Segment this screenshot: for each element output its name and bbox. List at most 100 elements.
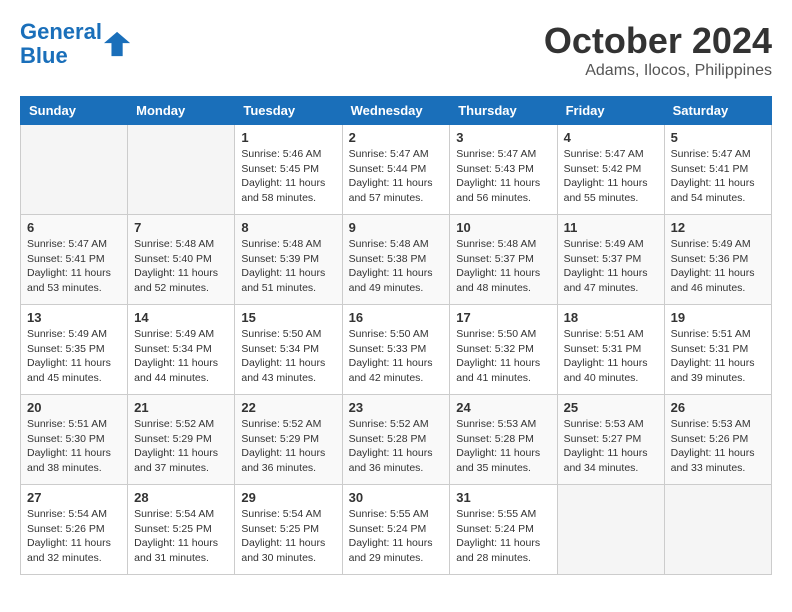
calendar-cell: 2 Sunrise: 5:47 AM Sunset: 5:44 PM Daylig… bbox=[342, 125, 450, 215]
day-number: 18 bbox=[564, 310, 658, 325]
calendar-cell: 25Sunrise: 5:53 AM Sunset: 5:27 PM Dayli… bbox=[557, 395, 664, 485]
day-number: 11 bbox=[564, 220, 658, 235]
weekday-header: Saturday bbox=[664, 97, 771, 125]
day-number: 26 bbox=[671, 400, 765, 415]
month-title: October 2024 bbox=[544, 20, 772, 62]
calendar-cell: 15 Sunrise: 5:50 AM Sunset: 5:34 PM Dayli… bbox=[235, 305, 342, 395]
day-info: Sunrise: 5:55 AM Sunset: 5:24 PM Dayligh… bbox=[349, 507, 444, 566]
day-info: Sunrise: 5:53 AM Sunset: 5:28 PM Dayligh… bbox=[456, 417, 550, 476]
day-number: 6 bbox=[27, 220, 121, 235]
calendar-cell: 12Sunrise: 5:49 AM Sunset: 5:36 PM Dayli… bbox=[664, 215, 771, 305]
day-info: Sunrise: 5:52 AM Sunset: 5:29 PM Dayligh… bbox=[241, 417, 335, 476]
day-number: 24 bbox=[456, 400, 550, 415]
calendar-cell: 8 Sunrise: 5:48 AM Sunset: 5:39 PM Daylig… bbox=[235, 215, 342, 305]
calendar-cell: 24 Sunrise: 5:53 AM Sunset: 5:28 PM Dayli… bbox=[450, 395, 557, 485]
day-info: Sunrise: 5:50 AM Sunset: 5:34 PM Dayligh… bbox=[241, 327, 335, 386]
day-number: 2 bbox=[349, 130, 444, 145]
day-number: 4 bbox=[564, 130, 658, 145]
day-info: Sunrise: 5:48 AM Sunset: 5:39 PM Dayligh… bbox=[241, 237, 335, 296]
calendar-cell: 18 Sunrise: 5:51 AM Sunset: 5:31 PM Dayli… bbox=[557, 305, 664, 395]
calendar-cell: 3 Sunrise: 5:47 AM Sunset: 5:43 PM Daylig… bbox=[450, 125, 557, 215]
calendar-cell bbox=[128, 125, 235, 215]
day-info: Sunrise: 5:47 AM Sunset: 5:41 PM Dayligh… bbox=[27, 237, 121, 296]
day-info: Sunrise: 5:48 AM Sunset: 5:37 PM Dayligh… bbox=[456, 237, 550, 296]
day-number: 3 bbox=[456, 130, 550, 145]
calendar-cell: 11 Sunrise: 5:49 AM Sunset: 5:37 PM Dayli… bbox=[557, 215, 664, 305]
location-subtitle: Adams, Ilocos, Philippines bbox=[544, 62, 772, 80]
calendar-cell: 13 Sunrise: 5:49 AM Sunset: 5:35 PM Dayli… bbox=[21, 305, 128, 395]
calendar-cell: 17 Sunrise: 5:50 AM Sunset: 5:32 PM Dayli… bbox=[450, 305, 557, 395]
calendar-cell: 16Sunrise: 5:50 AM Sunset: 5:33 PM Dayli… bbox=[342, 305, 450, 395]
calendar-cell: 27 Sunrise: 5:54 AM Sunset: 5:26 PM Dayli… bbox=[21, 485, 128, 575]
day-info: Sunrise: 5:52 AM Sunset: 5:28 PM Dayligh… bbox=[349, 417, 444, 476]
day-info: Sunrise: 5:47 AM Sunset: 5:43 PM Dayligh… bbox=[456, 147, 550, 206]
day-info: Sunrise: 5:51 AM Sunset: 5:31 PM Dayligh… bbox=[564, 327, 658, 386]
calendar-week-row: 13 Sunrise: 5:49 AM Sunset: 5:35 PM Dayli… bbox=[21, 305, 772, 395]
day-info: Sunrise: 5:53 AM Sunset: 5:26 PM Dayligh… bbox=[671, 417, 765, 476]
calendar-cell bbox=[21, 125, 128, 215]
day-info: Sunrise: 5:46 AM Sunset: 5:45 PM Dayligh… bbox=[241, 147, 335, 206]
day-info: Sunrise: 5:51 AM Sunset: 5:31 PM Dayligh… bbox=[671, 327, 765, 386]
calendar-cell: 4 Sunrise: 5:47 AM Sunset: 5:42 PM Daylig… bbox=[557, 125, 664, 215]
calendar-week-row: 20Sunrise: 5:51 AM Sunset: 5:30 PM Dayli… bbox=[21, 395, 772, 485]
day-info: Sunrise: 5:49 AM Sunset: 5:34 PM Dayligh… bbox=[134, 327, 228, 386]
day-info: Sunrise: 5:48 AM Sunset: 5:40 PM Dayligh… bbox=[134, 237, 228, 296]
day-number: 17 bbox=[456, 310, 550, 325]
calendar-cell: 21 Sunrise: 5:52 AM Sunset: 5:29 PM Dayli… bbox=[128, 395, 235, 485]
day-info: Sunrise: 5:48 AM Sunset: 5:38 PM Dayligh… bbox=[349, 237, 444, 296]
page-header: General Blue October 2024 Adams, Ilocos,… bbox=[20, 20, 772, 80]
calendar-cell: 20Sunrise: 5:51 AM Sunset: 5:30 PM Dayli… bbox=[21, 395, 128, 485]
day-number: 5 bbox=[671, 130, 765, 145]
day-number: 13 bbox=[27, 310, 121, 325]
day-number: 22 bbox=[241, 400, 335, 415]
weekday-header: Monday bbox=[128, 97, 235, 125]
day-info: Sunrise: 5:47 AM Sunset: 5:44 PM Dayligh… bbox=[349, 147, 444, 206]
day-info: Sunrise: 5:50 AM Sunset: 5:33 PM Dayligh… bbox=[349, 327, 444, 386]
day-info: Sunrise: 5:49 AM Sunset: 5:37 PM Dayligh… bbox=[564, 237, 658, 296]
calendar-cell: 6 Sunrise: 5:47 AM Sunset: 5:41 PM Daylig… bbox=[21, 215, 128, 305]
logo-icon bbox=[104, 30, 132, 58]
day-number: 23 bbox=[349, 400, 444, 415]
day-number: 7 bbox=[134, 220, 228, 235]
calendar-cell: 7 Sunrise: 5:48 AM Sunset: 5:40 PM Daylig… bbox=[128, 215, 235, 305]
day-number: 20 bbox=[27, 400, 121, 415]
day-info: Sunrise: 5:54 AM Sunset: 5:26 PM Dayligh… bbox=[27, 507, 121, 566]
day-number: 14 bbox=[134, 310, 228, 325]
day-number: 21 bbox=[134, 400, 228, 415]
logo: General Blue bbox=[20, 20, 132, 68]
calendar-cell: 10 Sunrise: 5:48 AM Sunset: 5:37 PM Dayli… bbox=[450, 215, 557, 305]
day-info: Sunrise: 5:55 AM Sunset: 5:24 PM Dayligh… bbox=[456, 507, 550, 566]
weekday-header: Wednesday bbox=[342, 97, 450, 125]
day-info: Sunrise: 5:52 AM Sunset: 5:29 PM Dayligh… bbox=[134, 417, 228, 476]
calendar-week-row: 1Sunrise: 5:46 AM Sunset: 5:45 PM Daylig… bbox=[21, 125, 772, 215]
day-info: Sunrise: 5:49 AM Sunset: 5:35 PM Dayligh… bbox=[27, 327, 121, 386]
logo-text: General Blue bbox=[20, 20, 102, 68]
calendar-cell: 31Sunrise: 5:55 AM Sunset: 5:24 PM Dayli… bbox=[450, 485, 557, 575]
day-number: 10 bbox=[456, 220, 550, 235]
day-number: 30 bbox=[349, 490, 444, 505]
day-info: Sunrise: 5:54 AM Sunset: 5:25 PM Dayligh… bbox=[241, 507, 335, 566]
calendar-cell bbox=[557, 485, 664, 575]
calendar-cell: 9Sunrise: 5:48 AM Sunset: 5:38 PM Daylig… bbox=[342, 215, 450, 305]
calendar-cell: 26 Sunrise: 5:53 AM Sunset: 5:26 PM Dayli… bbox=[664, 395, 771, 485]
day-info: Sunrise: 5:47 AM Sunset: 5:42 PM Dayligh… bbox=[564, 147, 658, 206]
day-info: Sunrise: 5:50 AM Sunset: 5:32 PM Dayligh… bbox=[456, 327, 550, 386]
day-info: Sunrise: 5:49 AM Sunset: 5:36 PM Dayligh… bbox=[671, 237, 765, 296]
calendar-table: SundayMondayTuesdayWednesdayThursdayFrid… bbox=[20, 96, 772, 575]
calendar-cell: 1Sunrise: 5:46 AM Sunset: 5:45 PM Daylig… bbox=[235, 125, 342, 215]
calendar-cell: 28 Sunrise: 5:54 AM Sunset: 5:25 PM Dayli… bbox=[128, 485, 235, 575]
calendar-cell: 19Sunrise: 5:51 AM Sunset: 5:31 PM Dayli… bbox=[664, 305, 771, 395]
calendar-cell bbox=[664, 485, 771, 575]
day-number: 27 bbox=[27, 490, 121, 505]
calendar-cell: 5Sunrise: 5:47 AM Sunset: 5:41 PM Daylig… bbox=[664, 125, 771, 215]
calendar-cell: 30 Sunrise: 5:55 AM Sunset: 5:24 PM Dayli… bbox=[342, 485, 450, 575]
calendar-week-row: 27 Sunrise: 5:54 AM Sunset: 5:26 PM Dayli… bbox=[21, 485, 772, 575]
weekday-header-row: SundayMondayTuesdayWednesdayThursdayFrid… bbox=[21, 97, 772, 125]
calendar-cell: 22 Sunrise: 5:52 AM Sunset: 5:29 PM Dayli… bbox=[235, 395, 342, 485]
day-number: 8 bbox=[241, 220, 335, 235]
day-info: Sunrise: 5:54 AM Sunset: 5:25 PM Dayligh… bbox=[134, 507, 228, 566]
calendar-cell: 14 Sunrise: 5:49 AM Sunset: 5:34 PM Dayli… bbox=[128, 305, 235, 395]
day-number: 15 bbox=[241, 310, 335, 325]
day-number: 28 bbox=[134, 490, 228, 505]
day-number: 25 bbox=[564, 400, 658, 415]
